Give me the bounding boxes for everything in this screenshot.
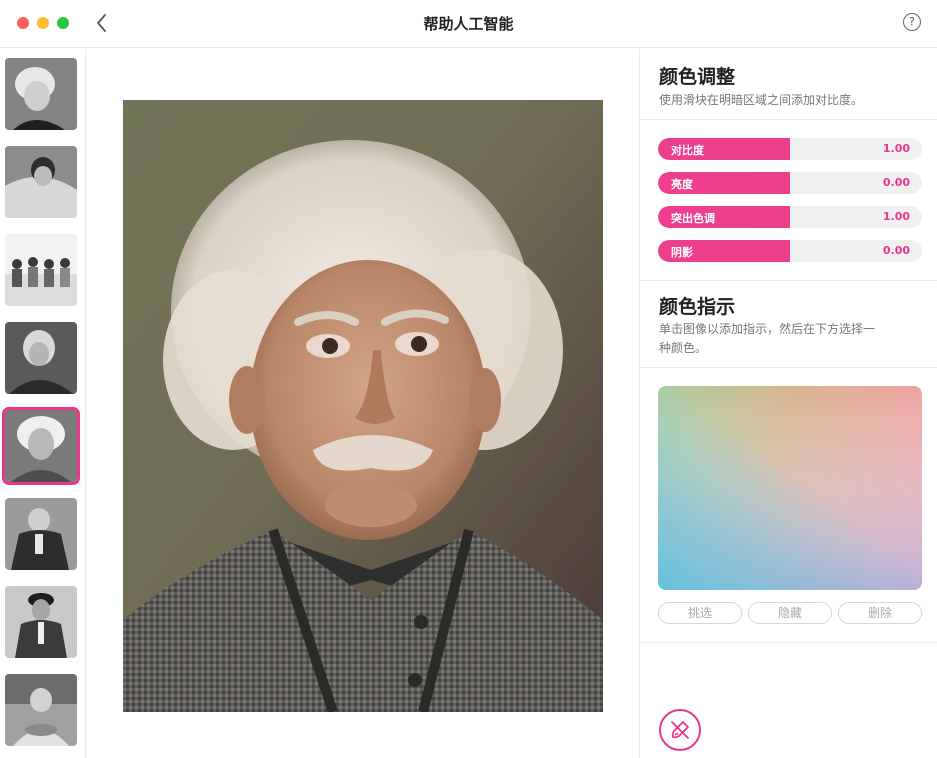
thumbnail-2[interactable] <box>5 146 77 218</box>
color-adjust-title: 颜色调整 <box>659 66 736 88</box>
hide-button[interactable]: 隐藏 <box>748 602 832 624</box>
portrait-thumbnail-image <box>5 586 77 658</box>
portrait-thumbnail-image <box>5 674 77 746</box>
thumbnail-5-selected[interactable] <box>2 407 80 485</box>
question-circle-icon: ? <box>909 15 915 28</box>
thumbnail-4[interactable] <box>5 322 77 394</box>
image-canvas[interactable] <box>87 49 639 758</box>
thumbnail-3[interactable] <box>5 234 77 306</box>
thumbnail-sidebar <box>0 49 86 758</box>
color-hint-title: 颜色指示 <box>659 296 736 318</box>
color-gradient-field <box>658 386 922 590</box>
thumbnail-8[interactable] <box>5 674 77 746</box>
colorized-portrait-image <box>123 100 603 712</box>
window-title: 帮助人工智能 <box>423 15 514 33</box>
slider-label: 亮度 <box>671 178 693 191</box>
brush-off-icon <box>671 721 689 739</box>
slider-value: 1.00 <box>882 142 910 155</box>
slider-label: 阴影 <box>671 246 693 259</box>
help-button[interactable]: ? <box>903 13 921 31</box>
color-picker-swatch[interactable] <box>658 386 922 590</box>
thumbnail-7[interactable] <box>5 586 77 658</box>
divider <box>640 642 937 643</box>
portrait-thumbnail-image <box>5 146 77 218</box>
slider-value: 1.00 <box>882 210 910 223</box>
color-adjust-subtitle: 使用滑块在明暗区域之间添加对比度。 <box>659 93 864 107</box>
portrait-thumbnail-image <box>5 498 77 570</box>
divider <box>640 280 937 281</box>
portrait-thumbnail-image <box>5 58 77 130</box>
color-hint-subtitle-line-1: 单击图像以添加指示，然后在下方选择一 <box>659 322 876 336</box>
divider <box>640 119 937 120</box>
portrait-thumbnail-image <box>5 322 77 394</box>
delete-button[interactable]: 删除 <box>838 602 922 624</box>
slider-label: 突出色调 <box>671 212 715 225</box>
adjustment-panel: 颜色调整 使用滑块在明暗区域之间添加对比度。 对比度 1.00 亮度 0.00 … <box>639 49 937 758</box>
title-bar: 帮助人工智能 ? <box>0 0 937 48</box>
thumbnail-6[interactable] <box>5 498 77 570</box>
highlight-slider[interactable]: 突出色调 1.00 <box>658 206 922 228</box>
brush-toggle-button[interactable] <box>659 709 701 751</box>
portrait-thumbnail-image <box>5 410 77 482</box>
contrast-slider[interactable]: 对比度 1.00 <box>658 138 922 160</box>
divider <box>640 367 937 368</box>
color-hint-subtitle-line-2: 种颜色。 <box>659 341 708 355</box>
pick-button[interactable]: 挑选 <box>658 602 742 624</box>
group-photo-thumbnail-image <box>5 234 77 306</box>
main-photo[interactable] <box>123 100 603 712</box>
slider-value: 0.00 <box>882 244 910 257</box>
thumbnail-1[interactable] <box>5 58 77 130</box>
shadow-slider[interactable]: 阴影 0.00 <box>658 240 922 262</box>
slider-label: 对比度 <box>671 144 704 157</box>
slider-value: 0.00 <box>882 176 910 189</box>
brightness-slider[interactable]: 亮度 0.00 <box>658 172 922 194</box>
